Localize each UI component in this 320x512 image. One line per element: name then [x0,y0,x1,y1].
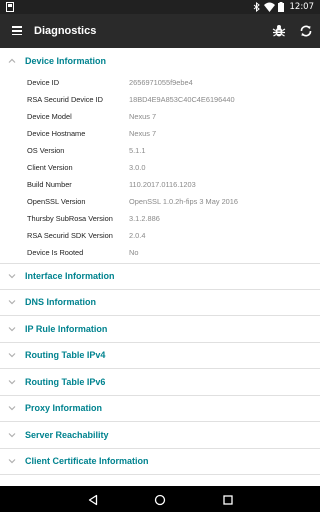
info-key: RSA Securid SDK Version [27,231,113,240]
section-device-information[interactable]: Device Information [0,48,320,74]
info-row: Thursby SubRosa Version 3.1.2.886 [0,210,320,227]
section-client-certificate-information[interactable]: Client Certificate Information [0,448,320,474]
info-key: Thursby SubRosa Version [27,214,113,223]
bluetooth-icon [253,0,261,14]
info-key: RSA Securid Device ID [27,95,103,104]
info-key: OpenSSL Version [27,197,86,206]
menu-icon[interactable] [10,24,24,38]
section-interface-information[interactable]: Interface Information [0,263,320,289]
info-value: Nexus 7 [129,129,157,138]
chevron-down-icon [8,433,16,438]
bug-icon[interactable] [272,24,286,38]
notification-icon [6,0,14,14]
battery-icon [278,0,284,14]
chevron-down-icon [8,406,16,411]
navigation-bar [0,486,320,512]
info-row: Build Number 110.2017.0116.1203 [0,176,320,193]
info-key: Device Hostname [27,129,86,138]
info-row: Client Version 3.0.0 [0,159,320,176]
info-row: OS Version 5.1.1 [0,142,320,159]
info-value: 2656971055f9ebe4 [129,78,193,87]
info-row: Device ID 2656971055f9ebe4 [0,74,320,91]
info-key: Device ID [27,78,60,87]
section-title: IP Rule Information [25,324,108,334]
info-row: Device Is Rooted No [0,244,320,261]
info-key: Device Is Rooted [27,248,84,257]
info-row: OpenSSL Version OpenSSL 1.0.2h-fips 3 Ma… [0,193,320,210]
status-time: 12:07 [289,2,315,12]
recents-icon[interactable] [222,493,234,505]
section-server-reachability[interactable]: Server Reachability [0,422,320,448]
info-key: Client Version [27,163,73,172]
info-value: 110.2017.0116.1203 [129,180,196,189]
chevron-down-icon [8,274,16,279]
info-row: RSA Securid Device ID 18BD4E9A853C40C4E6… [0,91,320,108]
info-value: 18BD4E9A853C40C4E6196440 [129,95,235,104]
section-routing-table-ipv4[interactable]: Routing Table IPv4 [0,342,320,368]
section-routing-table-ipv6[interactable]: Routing Table IPv6 [0,369,320,395]
refresh-icon[interactable] [298,23,314,39]
section-title: Proxy Information [25,403,103,413]
chevron-up-icon [8,58,16,63]
divider [0,474,320,475]
section-title: Client Certificate Information [25,456,149,466]
chevron-down-icon [8,380,16,385]
section-ip-rule-information[interactable]: IP Rule Information [0,316,320,342]
chevron-down-icon [8,327,16,332]
section-title: Routing Table IPv4 [25,350,106,360]
chevron-down-icon [8,353,16,358]
back-icon[interactable] [87,493,99,506]
section-dns-information[interactable]: DNS Information [0,289,320,315]
info-key: Build Number [27,180,72,189]
chevron-down-icon [8,459,16,464]
wifi-icon [264,0,275,14]
info-value: 3.1.2.886 [129,214,160,223]
info-value: 5.1.1 [129,146,146,155]
info-row: Device Hostname Nexus 7 [0,125,320,142]
info-value: No [129,248,139,257]
section-title: Server Reachability [25,430,109,440]
info-row: RSA Securid SDK Version 2.0.4 [0,227,320,244]
info-value: OpenSSL 1.0.2h-fips 3 May 2016 [129,197,239,206]
info-key: OS Version [27,146,65,155]
home-icon[interactable] [154,493,166,506]
section-proxy-information[interactable]: Proxy Information [0,395,320,421]
app-bar: Diagnostics [0,14,320,48]
section-title: Interface Information [25,271,115,281]
diagnostics-list: Device Information Device ID 2656971055f… [0,48,320,486]
info-row: Device Model Nexus 7 [0,108,320,125]
info-value: Nexus 7 [129,112,157,121]
info-key: Device Model [27,112,72,121]
info-value: 3.0.0 [129,163,146,172]
section-title: Device Information [25,56,107,66]
info-value: 2.0.4 [129,231,146,240]
status-bar: 12:07 [0,0,320,14]
page-title: Diagnostics [34,25,97,37]
section-title: Routing Table IPv6 [25,377,106,387]
section-title: DNS Information [25,297,96,307]
chevron-down-icon [8,300,16,305]
